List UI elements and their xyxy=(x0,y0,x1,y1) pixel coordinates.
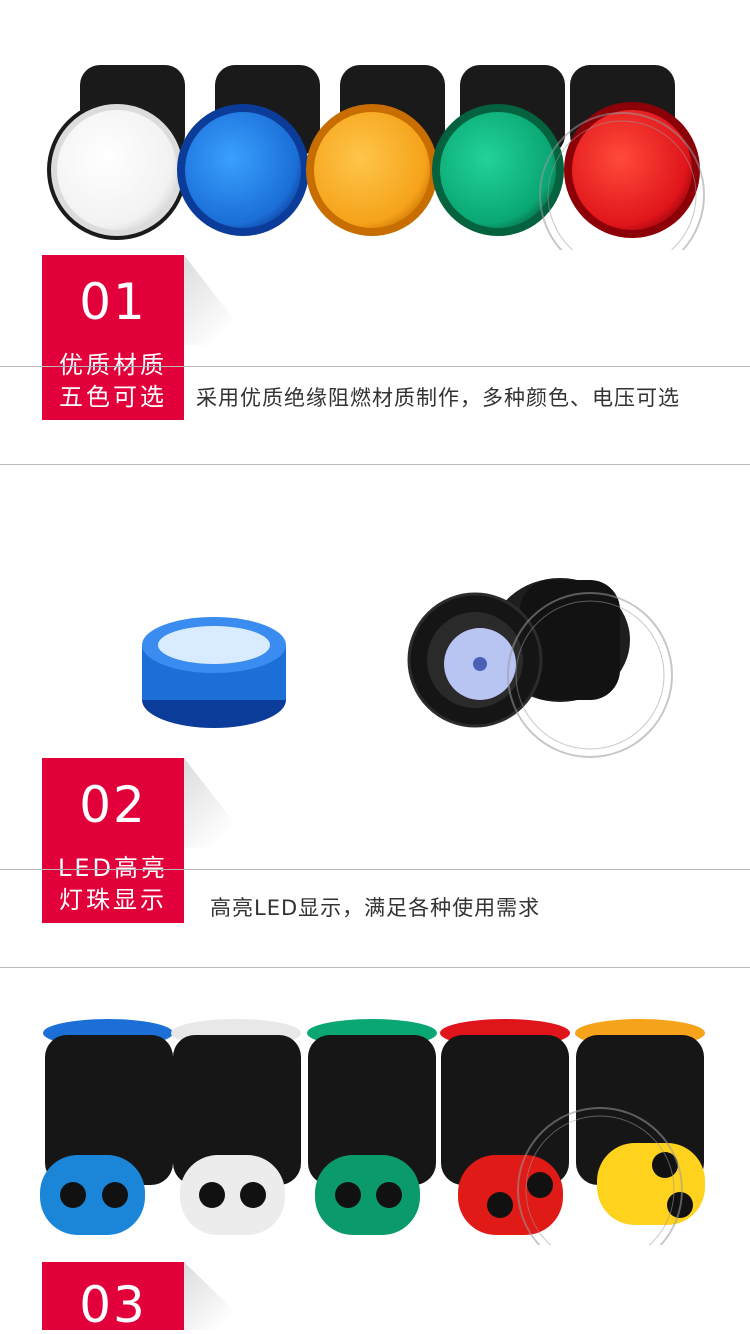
section-2-title-line2: 灯珠显示 xyxy=(59,886,167,915)
badge-shadow xyxy=(184,758,254,848)
badge-shadow xyxy=(184,1262,254,1330)
lens-and-led-photo xyxy=(142,578,673,758)
section-1-number: 01 xyxy=(79,273,147,331)
divider xyxy=(0,869,750,870)
section-1-title-line2: 五色可选 xyxy=(59,383,167,412)
section-2-number: 02 xyxy=(79,776,147,834)
badge-shadow xyxy=(184,255,254,345)
five-color-lamps-photo xyxy=(47,65,705,250)
lamp-terminals-photo xyxy=(40,1019,705,1245)
section-3-number: 03 xyxy=(79,1276,147,1334)
divider xyxy=(0,366,750,367)
section-2-description: 高亮LED显示，满足各种使用需求 xyxy=(210,896,541,920)
section-separator xyxy=(0,464,750,465)
section-separator xyxy=(0,967,750,968)
section-1-description: 采用优质绝缘阻燃材质制作，多种颜色、电压可选 xyxy=(196,386,680,410)
section-2-badge: 02 LED高亮 灯珠显示 xyxy=(42,758,184,923)
section-3-badge: 03 xyxy=(42,1262,184,1330)
section-1-badge: 01 优质材质 五色可选 xyxy=(42,255,184,420)
